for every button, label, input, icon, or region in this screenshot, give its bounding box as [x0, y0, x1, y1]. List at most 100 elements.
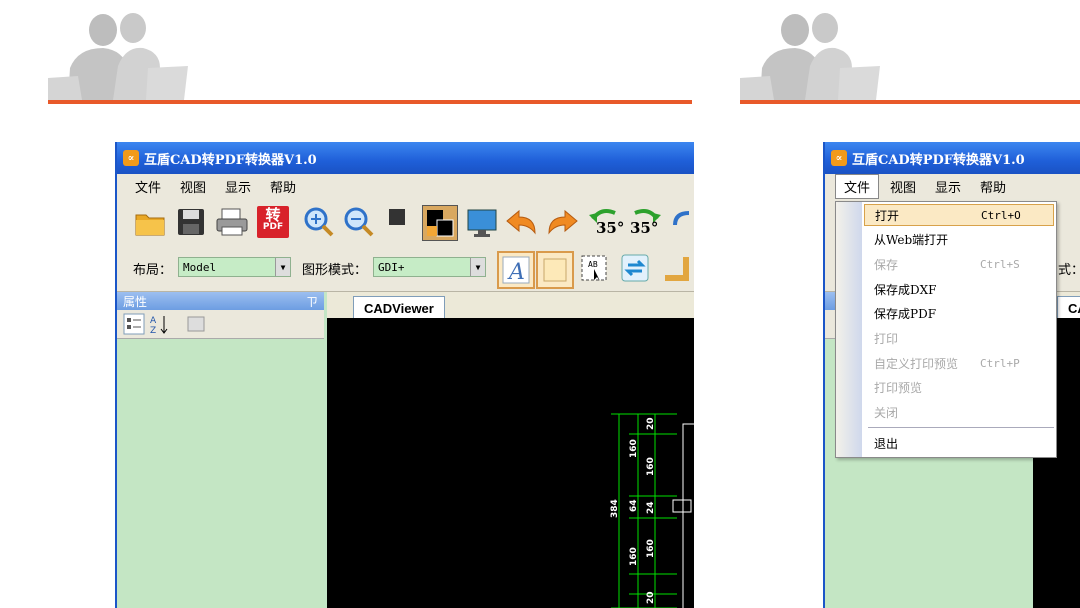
menu-help[interactable]: 帮助	[972, 175, 1014, 198]
dim-right-e: 20	[646, 591, 656, 604]
window-title: 互盾CAD转PDF转换器V1.0	[852, 152, 1025, 168]
menu-view[interactable]: 视图	[172, 175, 214, 198]
menu-item-label: 自定义打印预览	[874, 356, 959, 371]
rotate-left-button[interactable]: 35°	[587, 205, 624, 239]
corner-button[interactable]	[659, 251, 693, 285]
bg-color-button[interactable]	[422, 205, 458, 241]
refresh-icon	[673, 211, 690, 226]
text-select-button[interactable]: AB	[577, 251, 611, 285]
redo-button[interactable]	[545, 205, 579, 239]
main-toolbar: 转 PDF 35° 35°	[117, 199, 694, 246]
menu-item-custom-print-preview[interactable]: 自定义打印预览 Ctrl+P	[864, 352, 1054, 374]
menu-item-label: 保存成DXF	[874, 282, 937, 297]
tab-cadviewer[interactable]: CADViewer	[353, 296, 445, 319]
menu-item-shortcut: Ctrl+P	[980, 356, 1020, 370]
chevron-down-icon[interactable]: ▼	[470, 258, 485, 276]
menu-item-open[interactable]: 打开 Ctrl+O	[864, 204, 1054, 226]
layout-label: 布局：	[133, 263, 173, 278]
dim-left-b: 64	[629, 499, 639, 512]
menu-file[interactable]: 文件	[127, 175, 169, 198]
title-bar: ∝ 互盾CAD转PDF转换器V1.0	[825, 142, 1080, 174]
menu-item-print-preview[interactable]: 打印预览	[864, 376, 1054, 398]
svg-text:AB: AB	[588, 260, 598, 269]
header-accent-line	[740, 100, 1080, 104]
categorized-icon[interactable]	[123, 313, 145, 335]
app-logo-icon: ∝	[123, 150, 139, 166]
menu-item-label: 从Web端打开	[874, 232, 949, 247]
chevron-down-icon[interactable]: ▼	[275, 258, 290, 276]
page-icon	[543, 258, 567, 282]
swap-icon	[621, 254, 649, 282]
menu-bar: 文件 视图 显示 帮助	[825, 174, 1080, 199]
title-bar: ∝ 互盾CAD转PDF转换器V1.0	[117, 142, 694, 174]
menu-item-shortcut: Ctrl+O	[981, 208, 1021, 222]
refresh-button[interactable]	[667, 205, 694, 239]
dim-right-a: 20	[646, 417, 656, 430]
dim-left-c: 160	[629, 547, 639, 566]
window-title: 互盾CAD转PDF转换器V1.0	[144, 152, 317, 168]
menu-item-label: 关闭	[874, 405, 899, 420]
corner-icon	[665, 257, 689, 281]
menu-file[interactable]: 文件	[835, 174, 880, 199]
menu-item-label: 保存	[874, 257, 899, 272]
layout-select[interactable]: Model ▼	[178, 257, 291, 277]
properties-toolbar: AZ	[117, 310, 324, 339]
zoom-out-button[interactable]	[342, 205, 376, 239]
dim-right-c: 24	[646, 501, 656, 514]
tab-cadviewer[interactable]: CA	[1057, 296, 1080, 319]
menu-item-save[interactable]: 保存 Ctrl+S	[864, 253, 1054, 275]
print-button[interactable]	[215, 205, 249, 239]
pin-icon[interactable]: ㄗ	[306, 293, 318, 310]
sort-az-icon[interactable]: AZ	[149, 313, 171, 335]
layout-select-value: Model	[183, 260, 217, 274]
dim-left-total: 384	[610, 499, 620, 518]
graphics-mode-select[interactable]: GDI+ ▼	[373, 257, 486, 277]
pdf-icon: 转 PDF	[257, 206, 289, 238]
pdf-icon-top: 转	[265, 206, 281, 224]
menu-gutter	[836, 202, 862, 457]
letter-a-icon: A	[502, 256, 530, 285]
text-style-button[interactable]: A	[497, 251, 535, 289]
cad-canvas[interactable]: 384 160 64 160 20 160 24 160 20	[327, 318, 694, 608]
graphics-mode-label-partial: 式：	[1058, 263, 1080, 278]
undo-arrow-icon	[506, 209, 536, 235]
rotate-right-button[interactable]: 35°	[627, 205, 663, 239]
printer-icon	[216, 208, 248, 236]
zoom-in-button[interactable]	[302, 205, 336, 239]
app-window-right: ∝ 互盾CAD转PDF转换器V1.0 文件 视图 显示 帮助 式： CA 打开 …	[823, 142, 1080, 608]
swap-button[interactable]	[618, 251, 652, 285]
menu-item-print[interactable]: 打印	[864, 327, 1054, 349]
floppy-icon	[178, 209, 204, 235]
graphics-mode-value: GDI+	[378, 260, 405, 274]
menu-item-label: 打印	[874, 331, 899, 346]
people-silhouette-icon	[740, 13, 880, 100]
square-icon	[389, 209, 405, 225]
menu-bar: 文件 视图 显示 帮助	[117, 174, 694, 199]
properties-title: 属性	[123, 294, 148, 309]
dim-right-d: 160	[646, 539, 656, 558]
page-background-button[interactable]	[536, 251, 574, 289]
menu-item-save-dxf[interactable]: 保存成DXF	[864, 278, 1054, 300]
open-folder-button[interactable]	[133, 205, 167, 239]
save-button[interactable]	[174, 205, 208, 239]
undo-button[interactable]	[505, 205, 539, 239]
menu-item-close[interactable]: 关闭	[864, 401, 1054, 423]
property-pages-icon[interactable]	[185, 313, 207, 335]
menu-item-open-web[interactable]: 从Web端打开	[864, 228, 1054, 250]
svg-text:A: A	[150, 316, 157, 326]
monitor-button[interactable]	[465, 205, 499, 239]
menu-item-exit[interactable]: 退出	[864, 432, 1054, 454]
redo-arrow-icon	[548, 209, 578, 235]
menu-help[interactable]: 帮助	[262, 175, 304, 198]
properties-panel: 属性 ㄗ AZ	[117, 292, 324, 608]
menu-view[interactable]: 视图	[882, 175, 924, 198]
menu-display[interactable]: 显示	[217, 175, 259, 198]
monitor-icon	[467, 209, 497, 237]
menu-display[interactable]: 显示	[927, 175, 969, 198]
convert-pdf-button[interactable]: 转 PDF	[256, 205, 290, 239]
folder-icon	[135, 214, 165, 236]
file-menu-dropdown: 打开 Ctrl+O 从Web端打开 保存 Ctrl+S 保存成DXF 保存成PD…	[835, 201, 1057, 458]
menu-item-save-pdf[interactable]: 保存成PDF	[864, 302, 1054, 324]
menu-item-label: 打印预览	[874, 380, 923, 395]
stop-button[interactable]	[380, 202, 414, 236]
